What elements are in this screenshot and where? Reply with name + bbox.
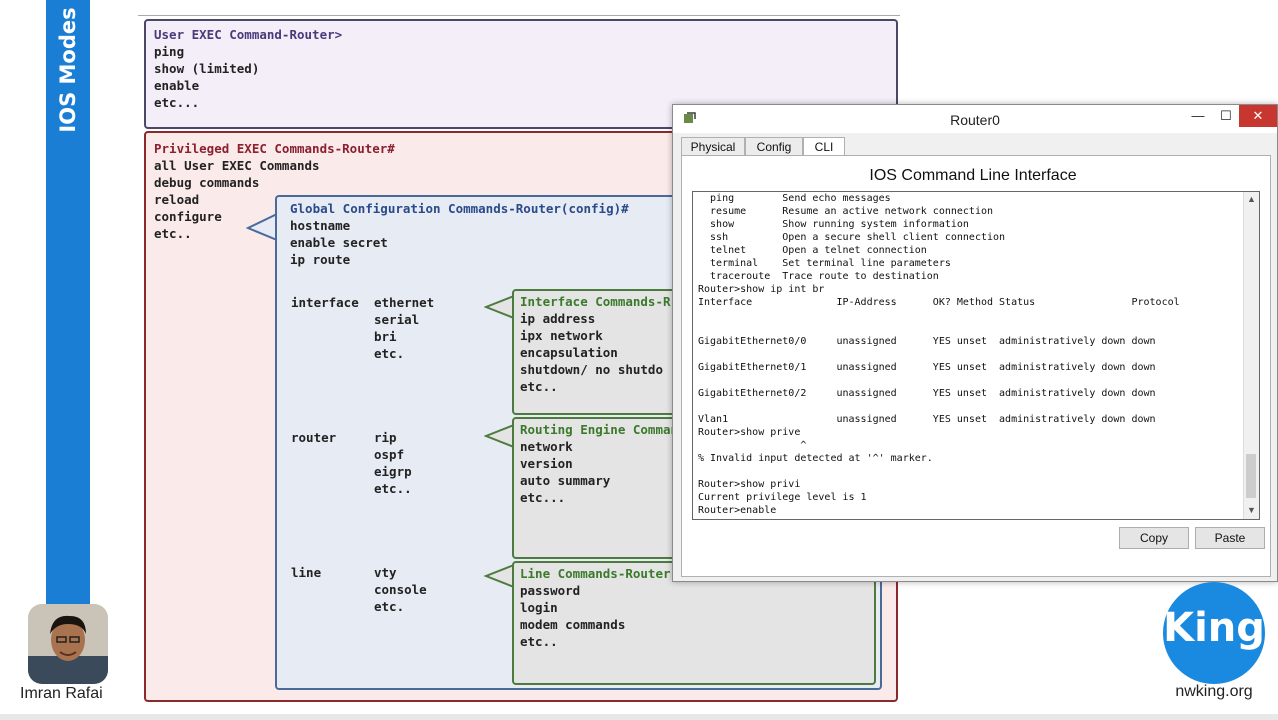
site-url: nwking.org: [1175, 683, 1253, 700]
user-exec-line: enable: [154, 78, 200, 93]
router-item: rip: [374, 430, 397, 445]
line-label: line: [291, 565, 322, 580]
user-exec-line: etc...: [154, 95, 200, 110]
terminal-line: GigabitEthernet0/1 unassigned YES unset …: [698, 362, 1156, 373]
line-command: password: [520, 583, 581, 598]
global-config-title: Global Configuration Commands-Router(con…: [290, 201, 629, 216]
scroll-down-icon[interactable]: ▼: [1244, 505, 1259, 515]
routing-engine-title: Routing Engine Comman: [520, 422, 679, 437]
banner-title: IOS Modes: [56, 7, 80, 133]
terminal-output: ping Send echo messages resume Resume an…: [698, 192, 1180, 517]
terminal-line: traceroute Trace route to destination: [698, 271, 939, 282]
interface-command: ip address: [520, 311, 596, 326]
privileged-exec-line: configure: [154, 209, 222, 224]
terminal-line: resume Resume an active network connecti…: [698, 206, 994, 217]
line-command: login: [520, 600, 558, 615]
presenter-name: Imran Rafai: [20, 685, 103, 702]
terminal-line: GigabitEthernet0/0 unassigned YES unset …: [698, 336, 1156, 347]
line-command: modem commands: [520, 617, 626, 632]
privileged-exec-line: etc..: [154, 226, 192, 241]
terminal-line: ^: [698, 440, 807, 451]
bottom-strip: [0, 714, 1278, 720]
interface-command: etc..: [520, 379, 558, 394]
minimize-button[interactable]: —: [1183, 105, 1213, 127]
interface-item: ethernet: [374, 295, 435, 310]
terminal-line: % Invalid input detected at '^' marker.: [698, 453, 933, 464]
maximize-button[interactable]: ☐: [1211, 105, 1241, 127]
routing-command: version: [520, 456, 573, 471]
line-command: etc..: [520, 634, 558, 649]
line-item: etc.: [374, 599, 405, 614]
routing-engine-box: Routing Engine Comman network version au…: [512, 417, 696, 559]
terminal-line: Vlan1 unassigned YES unset administrativ…: [698, 414, 1156, 425]
terminal-line: GigabitEthernet0/2 unassigned YES unset …: [698, 388, 1156, 399]
cli-terminal[interactable]: ping Send echo messages resume Resume an…: [692, 191, 1260, 520]
router-window: Router0 — ☐ ✕ Physical Config CLI IOS Co…: [672, 104, 1278, 582]
paste-button[interactable]: Paste: [1195, 527, 1265, 549]
routing-command: auto summary: [520, 473, 611, 488]
terminal-line: terminal Set terminal line parameters: [698, 258, 951, 269]
copy-button[interactable]: Copy: [1119, 527, 1189, 549]
logo-text: King: [1163, 605, 1265, 651]
terminal-line: Current privilege level is 1: [698, 492, 867, 503]
privileged-exec-line: reload: [154, 192, 200, 207]
terminal-scrollbar[interactable]: ▲ ▼: [1243, 192, 1259, 519]
terminal-line: Router>show ip int br: [698, 284, 825, 295]
router-label: router: [291, 430, 337, 445]
window-titlebar[interactable]: Router0 — ☐ ✕: [673, 105, 1277, 133]
interface-commands-box: Interface Commands-R ip address ipx netw…: [512, 289, 696, 415]
user-exec-line: ping: [154, 44, 185, 59]
interface-item: bri: [374, 329, 397, 344]
user-exec-title: User EXEC Command-Router>: [154, 27, 343, 42]
side-banner: IOS Modes: [46, 0, 90, 612]
line-item: vty: [374, 565, 397, 580]
terminal-line: ssh Open a secure shell client connectio…: [698, 232, 1006, 243]
interface-command: ipx network: [520, 328, 603, 343]
privileged-exec-line: all User EXEC Commands: [154, 158, 320, 173]
tab-physical[interactable]: Physical: [681, 137, 745, 157]
terminal-line: show Show running system information: [698, 219, 969, 230]
interface-command: encapsulation: [520, 345, 618, 360]
interface-item: etc.: [374, 346, 405, 361]
presenter-avatar: [28, 604, 108, 684]
terminal-line: ping Send echo messages: [698, 193, 891, 204]
line-commands-title: Line Commands-Router: [520, 566, 671, 581]
scroll-thumb[interactable]: [1246, 454, 1256, 498]
router-item: eigrp: [374, 464, 412, 479]
router-item: etc..: [374, 481, 412, 496]
interface-item: serial: [374, 312, 420, 327]
global-config-line: ip route: [290, 252, 351, 267]
privileged-exec-line: debug commands: [154, 175, 260, 190]
scroll-up-icon[interactable]: ▲: [1244, 194, 1259, 204]
terminal-line: telnet Open a telnet connection: [698, 245, 927, 256]
router-item: ospf: [374, 447, 405, 462]
terminal-line: Interface IP-Address OK? Method Status P…: [698, 297, 1180, 308]
global-config-line: hostname: [290, 218, 351, 233]
privileged-exec-title: Privileged EXEC Commands-Router#: [154, 141, 395, 156]
interface-command: shutdown/ no shutdo: [520, 362, 663, 377]
interface-label: interface: [291, 295, 359, 310]
cli-heading: IOS Command Line Interface: [869, 167, 1077, 184]
global-config-line: enable secret: [290, 235, 388, 250]
routing-command: network: [520, 439, 573, 454]
terminal-line: Router>show prive: [698, 427, 801, 438]
routing-command: etc...: [520, 490, 566, 505]
terminal-line: Router>show privi: [698, 479, 801, 490]
user-exec-line: show (limited): [154, 61, 260, 76]
line-item: console: [374, 582, 427, 597]
close-button[interactable]: ✕: [1239, 105, 1277, 127]
terminal-line: Router>enable: [698, 505, 777, 516]
interface-commands-title: Interface Commands-R: [520, 294, 671, 309]
tab-config[interactable]: Config: [745, 137, 803, 157]
